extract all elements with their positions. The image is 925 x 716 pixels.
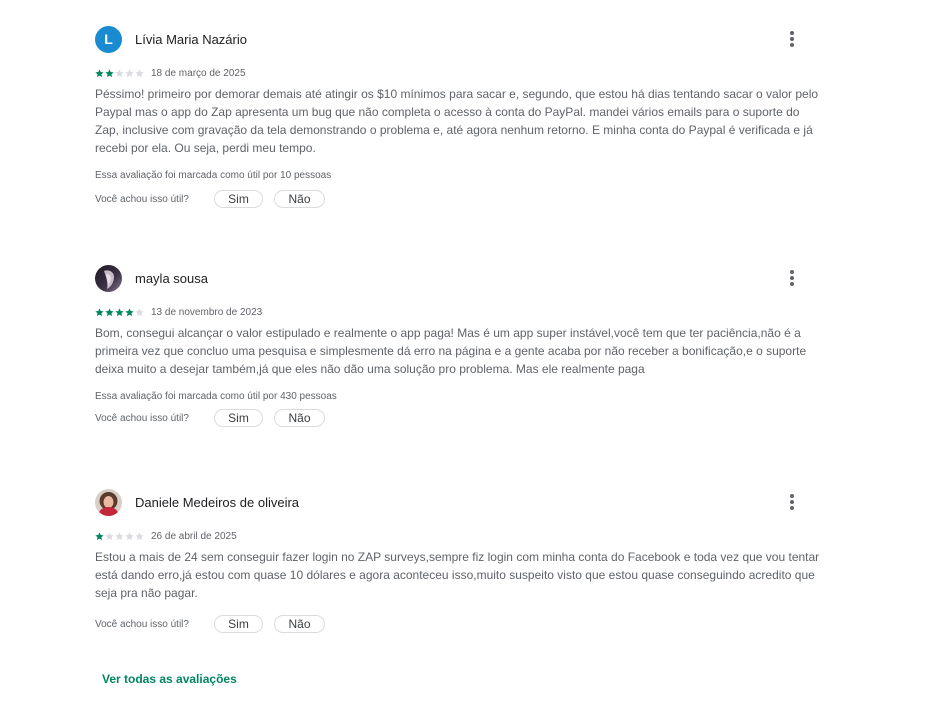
review-date: 26 de abril de 2025: [151, 530, 237, 542]
star-empty-icon: [125, 531, 134, 540]
review-header: mayla sousa: [95, 264, 820, 292]
star-empty-icon: [125, 68, 134, 77]
more-options-icon[interactable]: [779, 25, 805, 53]
helpful-no-button[interactable]: Não: [274, 615, 325, 633]
star-filled-icon: [105, 307, 114, 316]
review-header: Daniele Medeiros de oliveira: [95, 488, 820, 516]
see-all-reviews-link[interactable]: Ver todas as avaliações: [102, 672, 237, 686]
review-meta: 13 de novembro de 2023: [95, 305, 820, 319]
review-author: mayla sousa: [135, 270, 208, 286]
more-options-icon[interactable]: [779, 488, 805, 516]
avatar: L: [95, 25, 122, 53]
star-empty-icon: [135, 531, 144, 540]
review-text: Bom, consegui alcançar o valor estipulad…: [95, 326, 807, 376]
review-header: L Lívia Maria Nazário: [95, 25, 820, 53]
review-date: 13 de novembro de 2023: [151, 306, 263, 318]
helpful-row: Você achou isso útil? Sim Não: [95, 614, 820, 634]
helpful-yes-button[interactable]: Sim: [214, 615, 263, 633]
helpful-yes-button[interactable]: Sim: [214, 409, 263, 427]
review-card: L Lívia Maria Nazário 18 de março de 202…: [95, 25, 820, 209]
star-filled-icon: [95, 531, 104, 540]
avatar: [95, 264, 122, 292]
star-empty-icon: [115, 531, 124, 540]
helpful-count: Essa avaliação foi marcada como útil por…: [95, 391, 337, 402]
helpful-row: Você achou isso útil? Sim Não: [95, 408, 820, 428]
star-filled-icon: [125, 307, 134, 316]
star-empty-icon: [135, 307, 144, 316]
star-filled-icon: [95, 68, 104, 77]
star-rating: [95, 68, 145, 78]
review-text: Estou a mais de 24 sem conseguir fazer l…: [95, 550, 820, 600]
review-text: Péssimo! primeiro por demorar demais até…: [95, 87, 819, 155]
review-meta: 18 de março de 2025: [95, 66, 820, 80]
star-filled-icon: [115, 307, 124, 316]
star-rating: [95, 531, 145, 541]
star-filled-icon: [95, 307, 104, 316]
more-options-icon[interactable]: [779, 264, 805, 292]
review-meta: 26 de abril de 2025: [95, 529, 820, 543]
star-empty-icon: [115, 68, 124, 77]
review-date: 18 de março de 2025: [151, 67, 246, 79]
helpful-row: Você achou isso útil? Sim Não: [95, 189, 820, 209]
helpful-question: Você achou isso útil?: [95, 193, 189, 205]
review-author: Daniele Medeiros de oliveira: [135, 494, 300, 510]
star-rating: [95, 307, 145, 317]
helpful-no-button[interactable]: Não: [274, 190, 325, 208]
helpful-count: Essa avaliação foi marcada como útil por…: [95, 170, 332, 181]
review-card: Daniele Medeiros de oliveira 26 de abril…: [95, 488, 820, 634]
review-card: mayla sousa 13 de novembro de 2023 Bom, …: [95, 264, 820, 428]
helpful-yes-button[interactable]: Sim: [214, 190, 263, 208]
star-empty-icon: [105, 531, 114, 540]
avatar: [95, 488, 122, 516]
star-empty-icon: [135, 68, 144, 77]
helpful-no-button[interactable]: Não: [274, 409, 325, 427]
helpful-question: Você achou isso útil?: [95, 618, 189, 630]
star-filled-icon: [105, 68, 114, 77]
helpful-question: Você achou isso útil?: [95, 412, 189, 424]
review-author: Lívia Maria Nazário: [135, 31, 247, 47]
